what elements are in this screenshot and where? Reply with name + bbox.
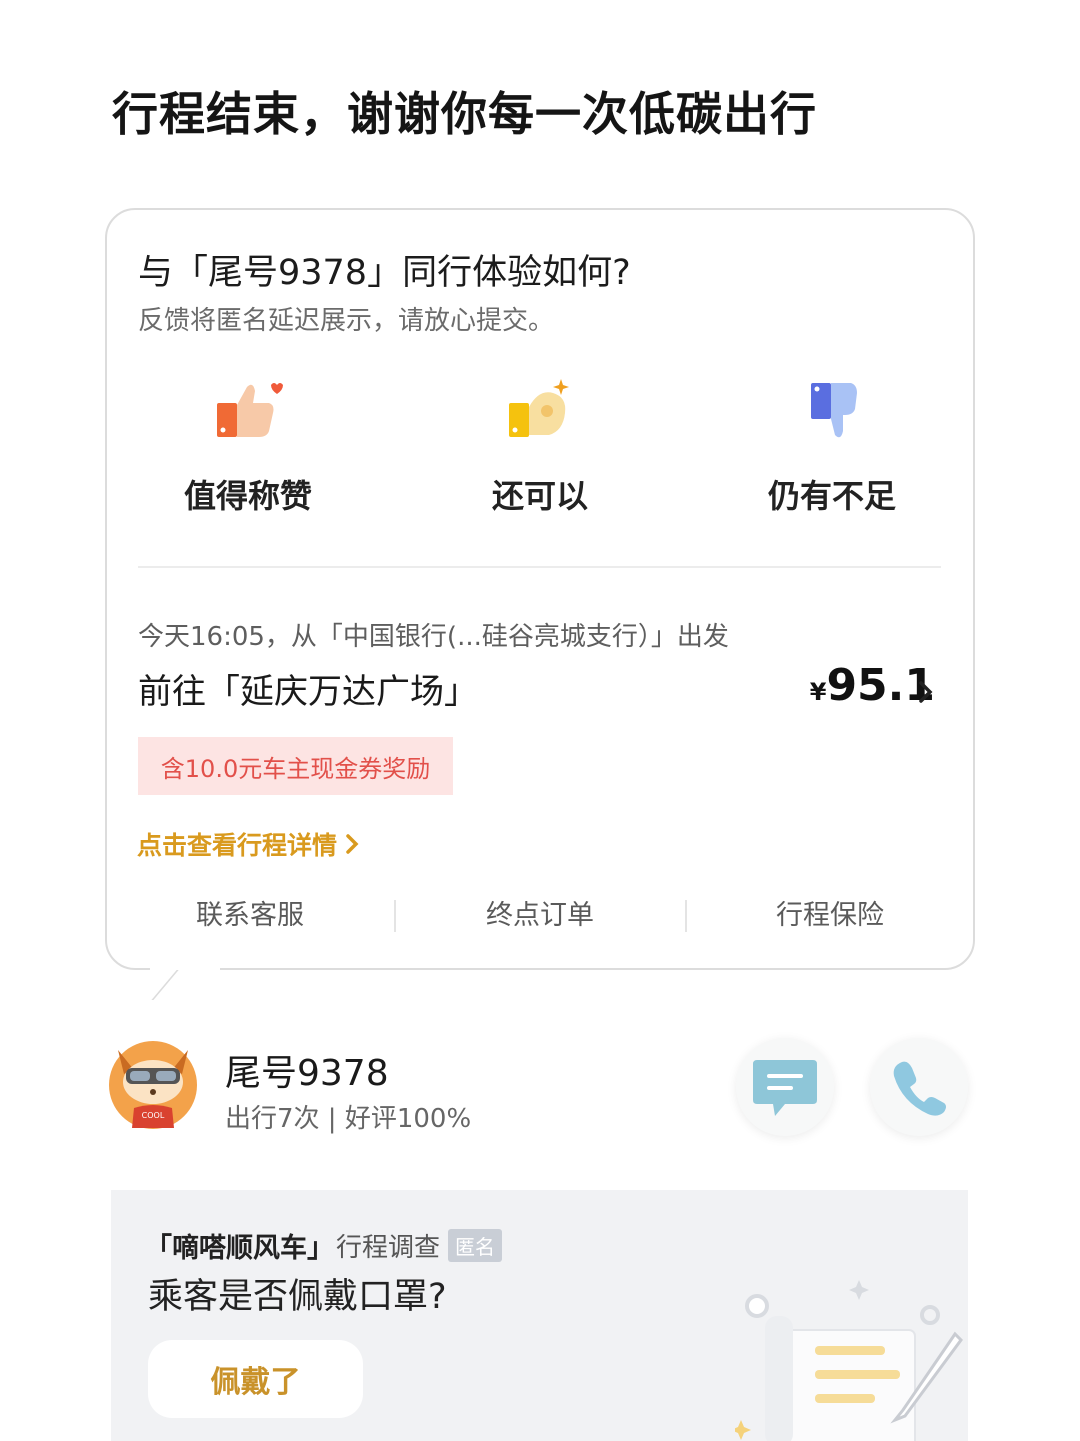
card-tail bbox=[151, 966, 214, 1000]
call-button[interactable] bbox=[870, 1038, 968, 1136]
feedback-title: 与「尾号9378」同行体验如何? bbox=[138, 253, 631, 293]
driver-stats: 出行7次 | 好评100% bbox=[225, 1104, 472, 1134]
message-button[interactable] bbox=[736, 1038, 834, 1136]
phone-icon bbox=[893, 1061, 946, 1116]
rating-label-poor: 仍有不足 bbox=[767, 477, 896, 515]
price-currency: ¥ bbox=[809, 678, 827, 706]
chevron-right-icon bbox=[346, 834, 359, 854]
survey-document-illustration bbox=[735, 1280, 963, 1441]
trip-detail-label: 点击查看行程详情 bbox=[137, 831, 338, 860]
rating-label-ok: 还可以 bbox=[491, 477, 588, 515]
destination-orders-button[interactable]: 终点订单 bbox=[395, 892, 685, 940]
chevron-right-icon[interactable] bbox=[918, 680, 934, 704]
rating-option-poor[interactable]: 仍有不足 bbox=[722, 375, 942, 517]
trip-insurance-button[interactable]: 行程保险 bbox=[685, 892, 975, 940]
rating-option-ok[interactable]: 还可以 bbox=[430, 375, 650, 517]
rating-option-praise[interactable]: 值得称赞 bbox=[138, 375, 358, 517]
action-separator bbox=[394, 900, 396, 932]
trip-actions: 联系客服 终点订单 行程保险 bbox=[105, 892, 975, 940]
avatar-badge: COOL bbox=[142, 1111, 165, 1120]
contact-support-button[interactable]: 联系客服 bbox=[105, 892, 395, 940]
trip-detail-link[interactable]: 点击查看行程详情 bbox=[137, 826, 359, 862]
page-headline: 行程结束，谢谢你每一次低碳出行 bbox=[112, 87, 817, 141]
survey-question: 乘客是否佩戴口罩? bbox=[148, 1277, 447, 1317]
chat-icon bbox=[753, 1060, 817, 1116]
divider bbox=[138, 566, 941, 568]
anonymous-tag: 匿名 bbox=[448, 1229, 503, 1262]
rating-label-praise: 值得称赞 bbox=[183, 477, 312, 515]
coupon-badge: 含10.0元车主现金券奖励 bbox=[138, 737, 453, 795]
trip-price[interactable]: ¥95.1 bbox=[810, 660, 935, 711]
answer-worn-button[interactable]: 佩戴了 bbox=[148, 1340, 363, 1418]
ok-hand-sparkle-icon bbox=[509, 379, 569, 437]
thumbs-up-heart-icon bbox=[217, 383, 283, 437]
thumbs-down-icon bbox=[811, 383, 857, 438]
driver-name: 尾号9378 bbox=[225, 1053, 389, 1094]
trip-departure: 今天16:05，从「中国银行(...硅谷亮城支行）」出发 bbox=[138, 622, 729, 652]
action-separator bbox=[685, 900, 687, 932]
survey-brand: 「嘀嗒顺风车」 bbox=[145, 1233, 334, 1264]
survey-header: 「嘀嗒顺风车」 行程调查 匿名 bbox=[145, 1226, 503, 1265]
trip-destination: 前往「延庆万达广场」 bbox=[138, 672, 478, 712]
avatar[interactable]: COOL bbox=[108, 1040, 198, 1130]
survey-kind: 行程调查 bbox=[336, 1233, 441, 1263]
feedback-subtitle: 反馈将匿名延迟展示，请放心提交。 bbox=[138, 306, 555, 336]
trip-finished-page: 行程结束，谢谢你每一次低碳出行 与「尾号9378」同行体验如何? 反馈将匿名延迟… bbox=[0, 0, 1080, 1441]
